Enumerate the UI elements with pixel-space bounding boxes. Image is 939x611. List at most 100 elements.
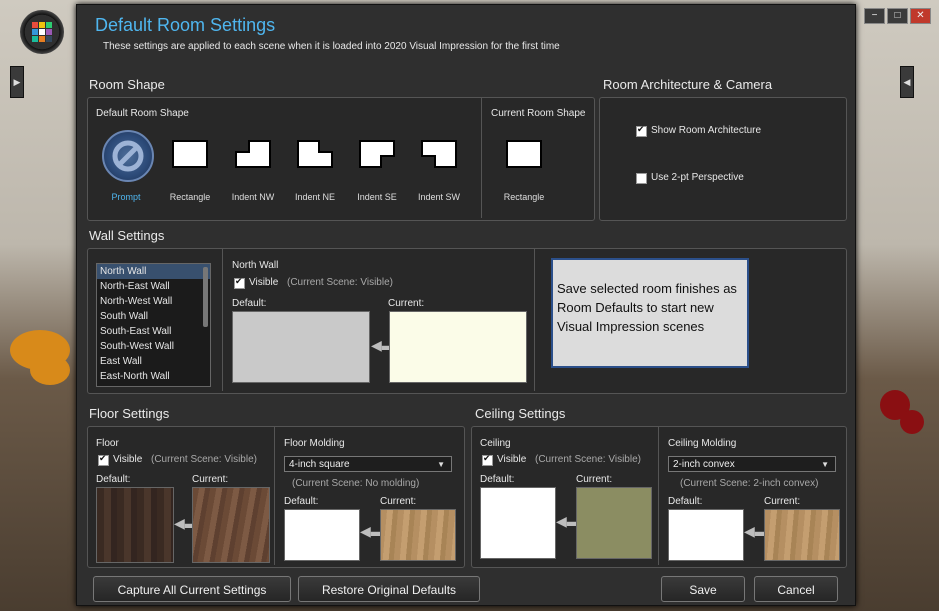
- floor-molding-value: 4-inch square: [289, 459, 350, 470]
- dialog-title: Default Room Settings: [95, 15, 276, 35]
- wall-default-swatch[interactable]: [232, 311, 370, 383]
- ceiling-molding-title: Ceiling Molding: [668, 438, 737, 449]
- show-architecture-checkbox[interactable]: [636, 124, 647, 137]
- shape-label-rectangle[interactable]: Rectangle: [160, 192, 220, 202]
- floor-visible-checkbox[interactable]: [98, 453, 109, 466]
- divider: [222, 249, 223, 391]
- ceiling-molding-default-label: Default:: [668, 496, 703, 507]
- list-item[interactable]: North Wall: [97, 264, 210, 279]
- shape-prompt-icon[interactable]: [102, 130, 154, 182]
- list-item[interactable]: South Wall: [97, 309, 210, 324]
- floor-molding-current-swatch: [380, 509, 456, 561]
- floor-settings-panel: Floor Visible (Current Scene: Visible) D…: [87, 426, 465, 568]
- wall-default-label: Default:: [232, 298, 267, 309]
- wall-panel-title: North Wall: [232, 260, 279, 271]
- shape-indent-nw-icon[interactable]: [235, 140, 271, 168]
- ceiling-visible-label[interactable]: Visible: [497, 454, 526, 465]
- divider: [481, 98, 482, 218]
- current-room-shape-label: Current Room Shape: [491, 108, 586, 119]
- shape-indent-sw-icon[interactable]: [421, 140, 457, 168]
- ceiling-title: Ceiling: [480, 438, 511, 449]
- perspective-label[interactable]: Use 2-pt Perspective: [651, 172, 744, 183]
- floor-molding-status: (Current Scene: No molding): [292, 478, 420, 489]
- window-controls: − □ ✕: [864, 8, 931, 24]
- list-item[interactable]: North-East Wall: [97, 279, 210, 294]
- floor-default-swatch[interactable]: [96, 487, 174, 563]
- current-shape-rectangle-icon: [506, 140, 542, 168]
- divider: [658, 427, 659, 565]
- app-logo-icon: [20, 10, 64, 54]
- divider: [274, 427, 275, 565]
- wall-list[interactable]: North Wall North-East Wall North-West Wa…: [96, 263, 211, 387]
- floor-molding-default-swatch[interactable]: [284, 509, 360, 561]
- shape-label-indent-nw[interactable]: Indent NW: [223, 192, 283, 202]
- save-defaults-tooltip: Save selected room finishes as Room Defa…: [551, 258, 749, 368]
- ceiling-settings-heading: Ceiling Settings: [475, 406, 566, 421]
- shape-label-prompt[interactable]: Prompt: [96, 192, 156, 202]
- cancel-button[interactable]: Cancel: [754, 576, 838, 602]
- wall-visible-checkbox[interactable]: [234, 276, 245, 289]
- maximize-icon[interactable]: □: [887, 8, 908, 24]
- divider: [534, 249, 535, 391]
- ceiling-molding-dropdown[interactable]: 2-inch convex ▼: [668, 456, 836, 472]
- list-item[interactable]: South-West Wall: [97, 339, 210, 354]
- perspective-checkbox[interactable]: [636, 173, 647, 184]
- shape-label-indent-se[interactable]: Indent SE: [347, 192, 407, 202]
- scene-flowers: [900, 410, 924, 434]
- ceiling-default-swatch[interactable]: [480, 487, 556, 559]
- wall-visible-status: (Current Scene: Visible): [287, 277, 393, 288]
- room-shape-heading: Room Shape: [89, 77, 165, 92]
- architecture-panel: Show Room Architecture Use 2-pt Perspect…: [599, 97, 847, 221]
- wall-visible-label[interactable]: Visible: [249, 277, 278, 288]
- ceiling-molding-default-swatch[interactable]: [668, 509, 744, 561]
- restore-original-defaults-button[interactable]: Restore Original Defaults: [298, 576, 480, 602]
- left-panel-toggle[interactable]: ▶: [10, 66, 24, 98]
- shape-rectangle-icon[interactable]: [172, 140, 208, 168]
- minimize-icon[interactable]: −: [864, 8, 885, 24]
- wall-settings-heading: Wall Settings: [89, 228, 165, 243]
- default-room-shape-label: Default Room Shape: [96, 108, 189, 119]
- wall-list-scrollbar[interactable]: [203, 267, 208, 327]
- right-panel-toggle[interactable]: ◀: [900, 66, 914, 98]
- shape-indent-se-icon[interactable]: [359, 140, 395, 168]
- ceiling-molding-current-swatch: [764, 509, 840, 561]
- floor-visible-status: (Current Scene: Visible): [151, 454, 257, 465]
- ceiling-settings-panel: Ceiling Visible (Current Scene: Visible)…: [471, 426, 847, 568]
- wall-current-label: Current:: [388, 298, 425, 309]
- ceiling-visible-status: (Current Scene: Visible): [535, 454, 641, 465]
- list-item[interactable]: North-West Wall: [97, 294, 210, 309]
- architecture-heading: Room Architecture & Camera: [603, 77, 773, 92]
- capture-all-current-settings-button[interactable]: Capture All Current Settings: [93, 576, 291, 602]
- current-shape-label: Rectangle: [503, 192, 545, 202]
- scene-chair: [30, 355, 70, 385]
- shape-label-indent-sw[interactable]: Indent SW: [409, 192, 469, 202]
- ceiling-current-swatch: [576, 487, 652, 559]
- floor-molding-current-label: Current:: [380, 496, 417, 507]
- floor-title: Floor: [96, 438, 119, 449]
- ceiling-current-label: Current:: [576, 474, 613, 485]
- save-button[interactable]: Save: [661, 576, 745, 602]
- list-item[interactable]: East Wall: [97, 354, 210, 369]
- floor-settings-heading: Floor Settings: [89, 406, 170, 421]
- default-room-settings-dialog: Default Room Settings These settings are…: [76, 4, 856, 606]
- shape-indent-ne-icon[interactable]: [297, 140, 333, 168]
- room-shape-panel: Default Room Shape Current Room Shape Pr…: [87, 97, 595, 221]
- show-architecture-label[interactable]: Show Room Architecture: [651, 125, 761, 136]
- dialog-subtitle: These settings are applied to each scene…: [103, 41, 560, 52]
- close-icon[interactable]: ✕: [910, 8, 931, 24]
- chevron-down-icon: ▼: [437, 460, 445, 469]
- ceiling-molding-value: 2-inch convex: [673, 459, 735, 470]
- shape-label-indent-ne[interactable]: Indent NE: [285, 192, 345, 202]
- ceiling-molding-status: (Current Scene: 2-inch convex): [680, 478, 819, 489]
- floor-molding-default-label: Default:: [284, 496, 319, 507]
- floor-default-label: Default:: [96, 474, 131, 485]
- list-item[interactable]: East-North Wall: [97, 369, 210, 384]
- wall-current-swatch: [389, 311, 527, 383]
- floor-current-label: Current:: [192, 474, 229, 485]
- floor-molding-dropdown[interactable]: 4-inch square ▼: [284, 456, 452, 472]
- list-item[interactable]: South-East Wall: [97, 324, 210, 339]
- ceiling-default-label: Default:: [480, 474, 515, 485]
- ceiling-visible-checkbox[interactable]: [482, 453, 493, 466]
- floor-visible-label[interactable]: Visible: [113, 454, 142, 465]
- ceiling-molding-current-label: Current:: [764, 496, 801, 507]
